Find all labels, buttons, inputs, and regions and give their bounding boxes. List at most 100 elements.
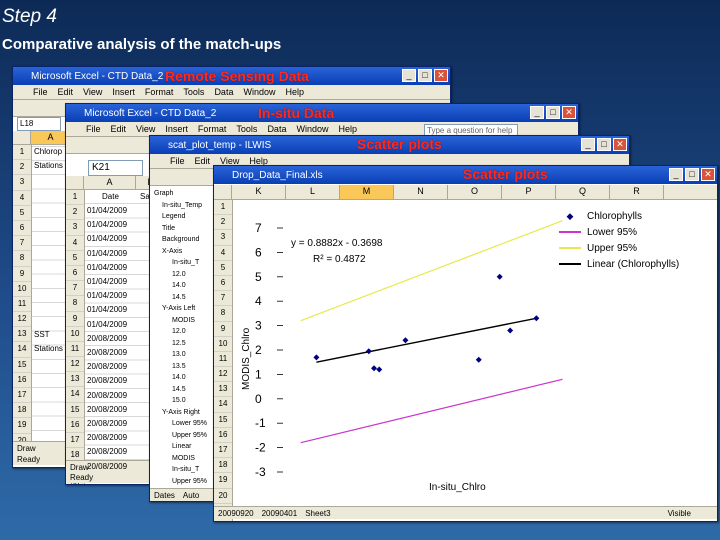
date-cell[interactable]: 20/08/2009	[87, 462, 127, 471]
row-header[interactable]: 4	[66, 236, 84, 251]
tree-item[interactable]: Y-Axis Left	[154, 303, 207, 315]
row-header[interactable]: 12	[13, 312, 31, 328]
row-header[interactable]: 6	[214, 276, 232, 292]
maximize-button[interactable]: □	[418, 69, 432, 82]
tree-item[interactable]: Upper 95%	[154, 476, 207, 488]
row-header[interactable]: 16	[66, 418, 84, 433]
tab-sheet-2[interactable]: 20090401	[262, 509, 298, 518]
date-cell[interactable]: 20/08/2009	[87, 447, 127, 456]
cell-a14[interactable]: SST	[34, 330, 50, 339]
row-header[interactable]: 16	[13, 373, 31, 388]
tab-dates[interactable]: Dates	[154, 491, 175, 500]
row-header[interactable]: 2	[66, 205, 84, 221]
tree-item[interactable]: Lower 95%	[154, 418, 207, 430]
cell-a1[interactable]: Date	[102, 192, 119, 201]
cell-a1[interactable]: Chlorop	[34, 147, 62, 156]
menu-item-view[interactable]: View	[136, 124, 155, 134]
row-header[interactable]: 4	[13, 191, 31, 206]
row-header[interactable]: 8	[13, 251, 31, 267]
row-header[interactable]: 15	[66, 403, 84, 418]
tab-sheet-3[interactable]: Sheet3	[305, 509, 330, 518]
column-header-a[interactable]: A	[84, 176, 136, 189]
row-header[interactable]: 7	[66, 281, 84, 297]
menu-item-edit[interactable]: Edit	[58, 87, 74, 97]
tree-item[interactable]: Linear	[154, 441, 207, 453]
tree-item[interactable]: Graph	[154, 188, 207, 200]
row-header[interactable]: 3	[66, 220, 84, 236]
menu-item-window[interactable]: Window	[296, 124, 328, 134]
row-header[interactable]: 6	[66, 266, 84, 282]
row-header[interactable]: 2	[214, 215, 232, 231]
row-header[interactable]: 3	[13, 175, 31, 191]
tree-item[interactable]: Legend	[154, 211, 207, 223]
tree-item[interactable]: 12.0	[154, 326, 207, 338]
row-header[interactable]: 9	[214, 322, 232, 337]
column-header-m[interactable]: M	[340, 185, 394, 199]
row-header[interactable]: 1	[66, 190, 84, 206]
tree-item[interactable]: In-situ_T	[154, 464, 207, 476]
row-header[interactable]: 17	[66, 433, 84, 449]
menu-item-file[interactable]: File	[86, 124, 101, 134]
menu-item-insert[interactable]: Insert	[165, 124, 188, 134]
menu-item-file[interactable]: File	[33, 87, 48, 97]
date-cell[interactable]: 01/04/2009	[87, 234, 127, 243]
tree-item[interactable]: Title	[154, 223, 207, 235]
date-cell[interactable]: 01/04/2009	[87, 320, 127, 329]
row-header[interactable]: 22	[214, 519, 232, 522]
tree-item[interactable]: Background	[154, 234, 207, 246]
row-header[interactable]: 7	[13, 236, 31, 252]
date-cell[interactable]: 20/08/2009	[87, 433, 127, 442]
column-header-q[interactable]: Q	[556, 185, 610, 199]
close-button[interactable]: ✕	[562, 106, 576, 119]
column-header-n[interactable]: N	[394, 185, 448, 199]
row-header[interactable]: 4	[214, 246, 232, 261]
menu-item-file[interactable]: File	[170, 156, 185, 166]
row-header[interactable]: 16	[214, 428, 232, 443]
menu-item-data[interactable]: Data	[214, 87, 233, 97]
menu-item-format[interactable]: Format	[145, 87, 174, 97]
column-header-r[interactable]: R	[610, 185, 664, 199]
row-header[interactable]: 14	[13, 342, 31, 358]
tree-item[interactable]: 13.5	[154, 361, 207, 373]
row-header[interactable]: 7	[214, 291, 232, 307]
minimize-button[interactable]: _	[530, 106, 544, 119]
row-header[interactable]: 5	[13, 206, 31, 221]
row-header[interactable]: 19	[13, 418, 31, 434]
menu-item-edit[interactable]: Edit	[111, 124, 127, 134]
tree-item[interactable]: 12.5	[154, 338, 207, 350]
row-header[interactable]: 11	[13, 297, 31, 313]
column-header-p[interactable]: P	[502, 185, 556, 199]
tree-item[interactable]: 14.5	[154, 384, 207, 396]
row-header[interactable]: 5	[214, 261, 232, 276]
menu-item-help[interactable]: Help	[285, 87, 304, 97]
row-header[interactable]: 12	[66, 357, 84, 373]
row-header[interactable]: 18	[13, 403, 31, 419]
row-header[interactable]: 8	[66, 296, 84, 312]
row-header[interactable]: 2	[13, 160, 31, 176]
row-header[interactable]: 13	[214, 382, 232, 398]
row-header[interactable]: 15	[13, 358, 31, 373]
maximize-button[interactable]: □	[546, 106, 560, 119]
row-header[interactable]: 3	[214, 230, 232, 246]
menu-item-help[interactable]: Help	[338, 124, 357, 134]
column-header-l[interactable]: L	[286, 185, 340, 199]
layer-tree[interactable]: Graph In-situ_Temp Legend Title Background X-…	[154, 188, 207, 501]
date-cell[interactable]: 01/04/2009	[87, 220, 127, 229]
row-header[interactable]: 12	[214, 367, 232, 383]
row-header[interactable]: 20	[214, 489, 232, 504]
row-header[interactable]: 17	[214, 443, 232, 459]
menu-item-tools[interactable]: Tools	[236, 124, 257, 134]
tree-item[interactable]: MODIS	[154, 453, 207, 465]
row-header[interactable]: 11	[66, 342, 84, 358]
row-header[interactable]: 5	[66, 251, 84, 266]
draw-menu[interactable]: Draw	[70, 463, 89, 472]
row-header[interactable]: 18	[214, 458, 232, 474]
tree-item[interactable]: In-situ_T	[154, 257, 207, 269]
tree-item[interactable]: 15.0	[154, 395, 207, 407]
draw-menu[interactable]: Draw	[17, 444, 36, 453]
menu-item-format[interactable]: Format	[198, 124, 227, 134]
date-cell[interactable]: 01/04/2009	[87, 263, 127, 272]
menu-item-data[interactable]: Data	[267, 124, 286, 134]
row-header[interactable]: 9	[66, 312, 84, 327]
row-header[interactable]: 1	[13, 145, 31, 161]
